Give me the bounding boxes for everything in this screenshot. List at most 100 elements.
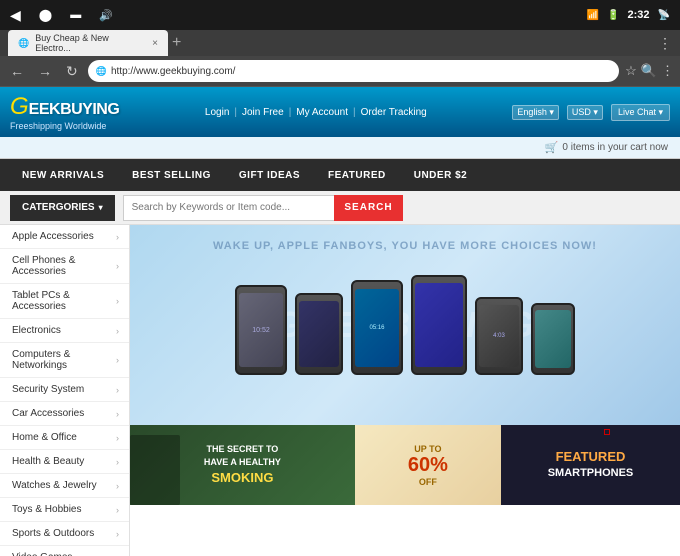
nav-featured[interactable]: FEATURED — [314, 159, 400, 191]
search-icon[interactable]: 🔍 — [641, 63, 657, 79]
sidebar-item-cellphones[interactable]: Cell Phones & Accessories › — [0, 249, 129, 284]
browser-back-button[interactable]: ← — [6, 61, 28, 81]
top-nav-links: Login | Join Free | My Account | Order T… — [205, 107, 427, 118]
arrow-icon: › — [116, 553, 119, 556]
content-area: Apple Accessories › Cell Phones & Access… — [0, 225, 680, 556]
logo-area[interactable]: G EEKBUYING Freeshipping Worldwide — [10, 93, 119, 131]
my-account-link[interactable]: My Account — [296, 107, 348, 118]
categories-button[interactable]: CATERGORIES ▾ — [10, 195, 115, 221]
top-right-controls: English ▾ USD ▾ Live Chat ▾ — [512, 104, 670, 121]
arrow-icon: › — [116, 296, 119, 306]
logo-g: G — [10, 93, 29, 121]
status-time: 2:32 — [628, 9, 650, 21]
browser-icons-right: ☆ 🔍 ⋮ — [625, 63, 674, 79]
sidebar-item-electronics[interactable]: Electronics › — [0, 319, 129, 343]
sidebar-item-watches[interactable]: Watches & Jewelry › — [0, 474, 129, 498]
recents-icon[interactable]: ▬ — [70, 9, 81, 21]
browser-forward-button[interactable]: → — [34, 61, 56, 81]
phone-4 — [411, 275, 467, 375]
order-tracking-link[interactable]: Order Tracking — [361, 107, 427, 118]
bottom-banners: THE SECRET TO HAVE A HEALTHY SMOKING UP … — [130, 425, 680, 505]
arrow-icon: › — [116, 409, 119, 419]
arrow-icon: › — [116, 433, 119, 443]
arrow-icon: › — [116, 505, 119, 515]
live-chat-button[interactable]: Live Chat ▾ — [611, 104, 670, 121]
battery-icon: 🔋 — [607, 10, 619, 21]
url-text: http://www.geekbuying.com/ — [111, 66, 236, 77]
cart-bar: 🛒 0 items in your cart now — [0, 137, 680, 159]
sidebar: Apple Accessories › Cell Phones & Access… — [0, 225, 130, 556]
browser-menu-icon[interactable]: ⋮ — [658, 35, 672, 52]
main-navigation: NEW ARRIVALS BEST SELLING GIFT IDEAS FEA… — [0, 159, 680, 191]
hero-banner[interactable]: GEEKBUYING WAKE UP, APPLE FANBOYS, YOU H… — [130, 225, 680, 425]
chevron-down-icon: ▾ — [99, 203, 103, 212]
sidebar-item-security[interactable]: Security System › — [0, 378, 129, 402]
logo-tagline: Freeshipping Worldwide — [10, 121, 119, 131]
nav-new-arrivals[interactable]: NEW ARRIVALS — [8, 159, 118, 191]
speaker-icon[interactable]: 🔊 — [99, 9, 113, 22]
browser-tab-active[interactable]: 🌐 Buy Cheap & New Electro... × — [8, 30, 168, 56]
sidebar-item-car[interactable]: Car Accessories › — [0, 402, 129, 426]
login-link[interactable]: Login — [205, 107, 229, 118]
tab-favicon: 🌐 — [18, 38, 29, 49]
language-selector[interactable]: English ▾ — [512, 105, 559, 120]
browser-tabs: 🌐 Buy Cheap & New Electro... × + ⋮ — [0, 30, 680, 56]
sidebar-item-home[interactable]: Home & Office › — [0, 426, 129, 450]
android-nav-icons[interactable]: ◀ ⬤ ▬ 🔊 — [10, 7, 113, 24]
sidebar-item-tablets[interactable]: Tablet PCs & Accessories › — [0, 284, 129, 319]
search-bar: CATERGORIES ▾ SEARCH — [0, 191, 680, 225]
search-input-wrap: SEARCH — [123, 195, 403, 221]
android-status-right: 📶 🔋 2:32 📡 — [587, 9, 670, 21]
address-bar[interactable]: 🌐 http://www.geekbuying.com/ — [88, 60, 619, 82]
join-free-link[interactable]: Join Free — [242, 107, 284, 118]
banner-middle[interactable]: UP TO 60% OFF — [355, 425, 501, 505]
arrow-icon: › — [116, 457, 119, 467]
banner-left-text: THE SECRET TO HAVE A HEALTHY SMOKING — [204, 443, 281, 486]
currency-selector[interactable]: USD ▾ — [567, 105, 603, 120]
arrow-icon: › — [116, 261, 119, 271]
banner-left[interactable]: THE SECRET TO HAVE A HEALTHY SMOKING — [130, 425, 355, 505]
hero-slogan: WAKE UP, APPLE FANBOYS, YOU HAVE MORE CH… — [130, 240, 680, 252]
arrow-icon: › — [116, 529, 119, 539]
sidebar-item-health[interactable]: Health & Beauty › — [0, 450, 129, 474]
sidebar-item-toys[interactable]: Toys & Hobbies › — [0, 498, 129, 522]
main-content: GEEKBUYING WAKE UP, APPLE FANBOYS, YOU H… — [130, 225, 680, 556]
phone-3: 05:16 — [351, 280, 403, 375]
cart-icon: 🛒 — [545, 141, 559, 154]
android-status-bar: ◀ ⬤ ▬ 🔊 📶 🔋 2:32 📡 — [0, 0, 680, 30]
site-header: G EEKBUYING Freeshipping Worldwide Login… — [0, 87, 680, 137]
nav-best-selling[interactable]: BEST SELLING — [118, 159, 225, 191]
arrow-icon: › — [116, 232, 119, 242]
arrow-icon: › — [116, 355, 119, 365]
browser-toolbar: ← → ↻ 🌐 http://www.geekbuying.com/ ☆ 🔍 ⋮ — [0, 56, 680, 86]
signal-icon: 📶 — [587, 10, 599, 21]
arrow-icon: › — [116, 326, 119, 336]
sidebar-item-sports[interactable]: Sports & Outdoors › — [0, 522, 129, 546]
new-tab-button[interactable]: + — [172, 34, 181, 52]
nav-under-2[interactable]: UNDER $2 — [400, 159, 481, 191]
logo-text: EEKBUYING — [29, 101, 120, 119]
bookmark-icon[interactable]: ☆ — [625, 63, 637, 79]
browser-reload-button[interactable]: ↻ — [62, 61, 82, 82]
home-icon[interactable]: ⬤ — [39, 8, 52, 22]
tab-close-btn[interactable]: × — [152, 38, 158, 49]
nav-gift-ideas[interactable]: GIFT IDEAS — [225, 159, 314, 191]
search-button[interactable]: SEARCH — [334, 195, 402, 221]
website-content: G EEKBUYING Freeshipping Worldwide Login… — [0, 87, 680, 556]
tab-title: Buy Cheap & New Electro... — [35, 33, 146, 53]
wifi-icon: 📡 — [658, 10, 670, 21]
browser-menu-dots[interactable]: ⋮ — [661, 63, 674, 79]
phone-1: 10:52 — [235, 285, 287, 375]
phones-showcase: 10:52 05:16 — [225, 275, 585, 375]
lock-icon: 🌐 — [96, 66, 107, 77]
phone-6 — [531, 303, 575, 375]
banner-right[interactable]: FEATURED SMARTPHONES — [501, 425, 680, 505]
search-input[interactable] — [123, 195, 335, 221]
arrow-icon: › — [116, 385, 119, 395]
arrow-icon: › — [116, 481, 119, 491]
sidebar-item-apple[interactable]: Apple Accessories › — [0, 225, 129, 249]
sidebar-item-computers[interactable]: Computers & Networkings › — [0, 343, 129, 378]
back-icon[interactable]: ◀ — [10, 7, 21, 24]
featured-title: FEATURED SMARTPHONES — [548, 448, 634, 482]
phone-2 — [295, 293, 343, 375]
